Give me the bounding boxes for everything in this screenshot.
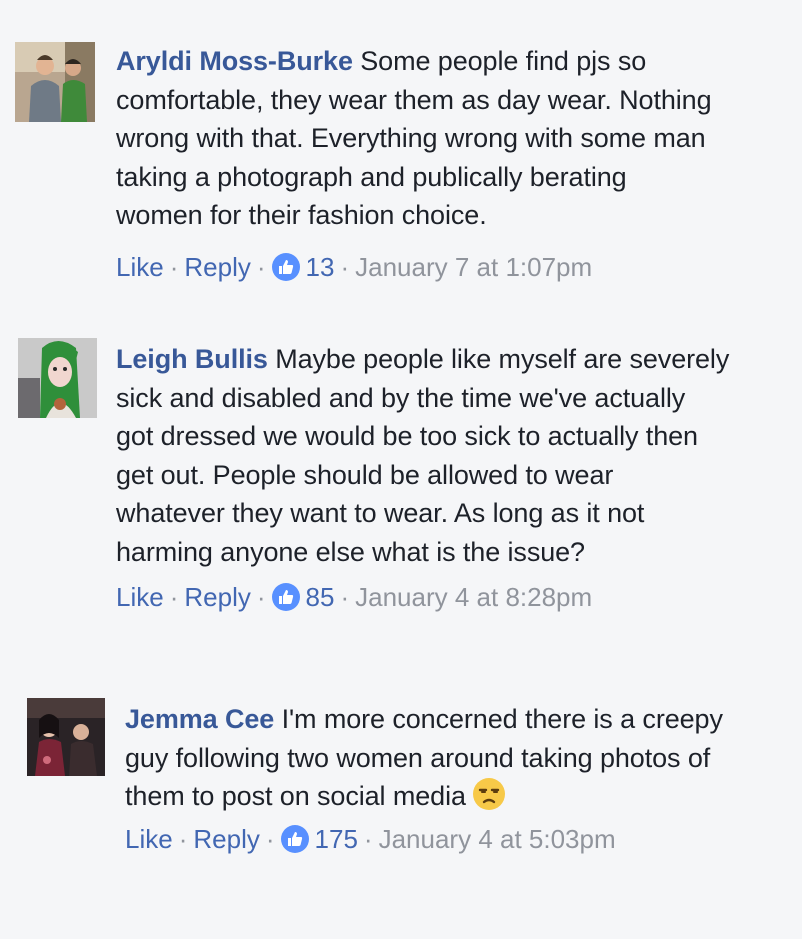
separator: · — [169, 252, 179, 282]
profile-photo-icon — [27, 698, 105, 776]
thumbs-up-icon — [271, 583, 300, 611]
unamused-face-icon — [472, 777, 506, 811]
avatar[interactable] — [27, 698, 105, 776]
timestamp[interactable]: January 4 at 5:03pm — [379, 822, 616, 856]
comment-line: guy following two women around taking ph… — [125, 742, 711, 773]
profile-photo-icon — [18, 338, 97, 418]
timestamp[interactable]: January 4 at 8:28pm — [355, 580, 592, 614]
comment-actions: Like · Reply · 175 · January 4 at 5:03pm — [125, 822, 616, 856]
avatar[interactable] — [15, 42, 95, 122]
comment-author-link[interactable]: Leigh Bullis — [116, 344, 268, 374]
comment-line: women for their fashion choice. — [116, 200, 487, 230]
separator: · — [256, 582, 266, 612]
reply-button[interactable]: Reply — [184, 250, 250, 284]
thumbs-up-icon — [271, 253, 300, 281]
avatar[interactable] — [18, 338, 97, 418]
like-button[interactable]: Like — [116, 580, 164, 614]
separator: · — [265, 824, 275, 854]
reply-button[interactable]: Reply — [193, 822, 259, 856]
comment-author-link[interactable]: Jemma Cee — [125, 704, 274, 734]
like-count: 13 — [305, 252, 335, 282]
like-button[interactable]: Like — [116, 250, 164, 284]
comment-text: Some people find pjs so — [352, 46, 647, 76]
separator: · — [169, 582, 179, 612]
comment-author-link[interactable]: Aryldi Moss-Burke — [116, 46, 353, 76]
like-count: 85 — [305, 582, 335, 612]
comment-text: Maybe people like myself are severely — [267, 344, 730, 374]
timestamp[interactable]: January 7 at 1:07pm — [355, 250, 592, 284]
comment-line: them to post on social media — [125, 777, 795, 816]
comment-line: Leigh Bullis Maybe people like myself ar… — [116, 340, 796, 379]
reply-button[interactable]: Reply — [184, 580, 250, 614]
comment-line: harming anyone else what is the issue? — [116, 536, 585, 567]
comment-actions: Like · Reply · 85 · January 4 at 8:28pm — [116, 580, 592, 614]
comment-body: Leigh Bullis Maybe people like myself ar… — [116, 340, 796, 571]
comment-text: them to post on social media — [125, 781, 466, 811]
comment-actions: Like · Reply · 13 · January 7 at 1:07pm — [116, 250, 592, 284]
comment-body: Jemma Cee I'm more concerned there is a … — [125, 700, 795, 816]
comment-line: taking a photograph and publically berat… — [116, 161, 627, 192]
comment-line: sick and disabled and by the time we've … — [116, 382, 686, 413]
comment-line: get out. People should be allowed to wea… — [116, 459, 614, 490]
reaction-count[interactable]: 175 — [280, 822, 358, 856]
separator: · — [363, 824, 373, 854]
comment-line: wrong with that. Everything wrong with s… — [116, 123, 706, 153]
separator: · — [256, 252, 266, 282]
comment-line: whatever they want to wear. As long as i… — [116, 498, 645, 528]
comment-line: comfortable, they wear them as day wear.… — [116, 84, 712, 115]
reaction-count[interactable]: 13 — [271, 250, 335, 284]
comment-line: Aryldi Moss-Burke Some people find pjs s… — [116, 42, 796, 81]
comment-line: Jemma Cee I'm more concerned there is a … — [125, 700, 795, 739]
separator: · — [340, 582, 350, 612]
comment-body: Aryldi Moss-Burke Some people find pjs s… — [116, 42, 796, 235]
comment-line: got dressed we would be too sick to actu… — [116, 421, 698, 451]
like-button[interactable]: Like — [125, 822, 173, 856]
comment-text: I'm more concerned there is a creepy — [274, 704, 723, 734]
separator: · — [340, 252, 350, 282]
separator: · — [178, 824, 188, 854]
profile-photo-icon — [15, 42, 95, 122]
like-count: 175 — [314, 824, 358, 854]
thumbs-up-icon — [280, 825, 309, 853]
reaction-count[interactable]: 85 — [271, 580, 335, 614]
